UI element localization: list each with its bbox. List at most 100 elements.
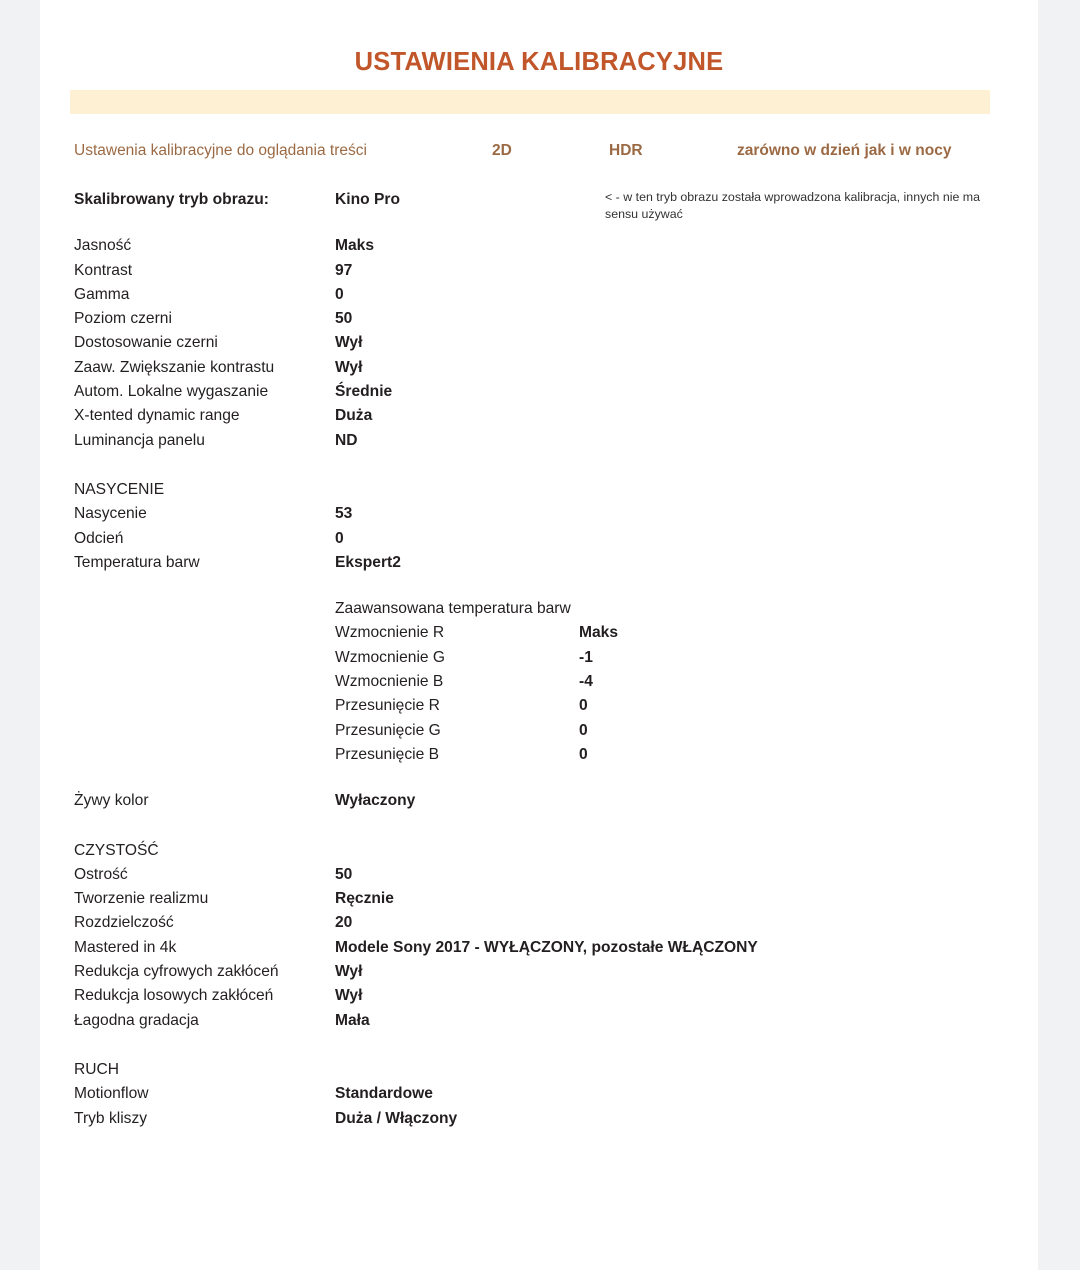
picture-mode-note: < - w ten tryb obrazu została wprowadzon…	[605, 190, 981, 221]
section-heading-ruch: RUCH	[74, 1058, 1022, 1082]
setting-label: Luminancja panelu	[74, 431, 205, 449]
section-heading-label: NASYCENIE	[74, 480, 165, 498]
setting-value: 0	[579, 721, 588, 739]
setting-row-wzmocnienie-b: Wzmocnienie B -4	[74, 670, 1022, 694]
setting-label: Przesunięcie G	[335, 721, 441, 739]
setting-row-picture-mode: Skalibrowany tryb obrazu: Kino Pro < - w…	[74, 188, 1022, 221]
setting-value: Duża	[335, 407, 373, 425]
section-heading-label: Zaawansowana temperatura barw	[335, 600, 571, 618]
setting-label: Autom. Lokalne wygaszanie	[74, 383, 269, 401]
setting-row-gamma: Gamma 0	[74, 283, 1022, 307]
setting-value: 0	[335, 529, 344, 547]
setting-row-poziom-czerni: Poziom czerni 50	[74, 307, 1022, 331]
setting-row-lagodna-gradacja: Łagodna gradacja Mała	[74, 1009, 1022, 1033]
setting-label: Motionflow	[74, 1085, 149, 1103]
setting-row-x-tented-dynamic-range: X-tented dynamic range Duża	[74, 404, 1022, 428]
setting-value: Ręcznie	[335, 890, 394, 908]
setting-value: Wył	[335, 963, 363, 981]
title-highlight-band	[70, 90, 990, 114]
setting-value: Mała	[335, 1011, 370, 1029]
setting-label: Łagodna gradacja	[74, 1011, 199, 1029]
setting-value: Maks	[579, 624, 619, 642]
setting-value: Standardowe	[335, 1085, 433, 1103]
setting-row-luminancja-panelu: Luminancja panelu ND	[74, 429, 1022, 453]
setting-row-tryb-kliszy: Tryb kliszy Duża / Włączony	[74, 1107, 1022, 1131]
page-title: USTAWIENIA KALIBRACYJNE	[354, 48, 724, 76]
setting-row-redukcja-losowych-zaklocen: Redukcja losowych zakłóceń Wył	[74, 984, 1022, 1008]
setting-row-wzmocnienie-r: Wzmocnienie R Maks	[74, 621, 1022, 645]
subtitle-conditions: zarówno w dzień jak i w nocy	[737, 142, 952, 159]
setting-value: 53	[335, 505, 353, 523]
section-heading-label: RUCH	[74, 1060, 120, 1078]
setting-value: Średnie	[335, 383, 393, 401]
setting-label: Rozdzielczość	[74, 914, 174, 932]
settings-body: Skalibrowany tryb obrazu: Kino Pro < - w…	[74, 188, 1022, 1131]
setting-row-kontrast: Kontrast 97	[74, 259, 1022, 283]
setting-label: Przesunięcie B	[335, 745, 440, 763]
setting-value: 0	[579, 697, 588, 715]
section-heading-nasycenie: NASYCENIE	[74, 478, 1022, 502]
setting-row-ostrosc: Ostrość 50	[74, 863, 1022, 887]
setting-label: Wzmocnienie G	[335, 648, 446, 666]
setting-row-odcien: Odcień 0	[74, 527, 1022, 551]
setting-row-temperatura-barw: Temperatura barw Ekspert2	[74, 551, 1022, 575]
setting-value: -1	[579, 648, 593, 666]
setting-label: Redukcja cyfrowych zakłóceń	[74, 963, 279, 981]
setting-label: Wzmocnienie B	[335, 673, 444, 691]
setting-label: Gamma	[74, 285, 130, 303]
setting-value: Kino Pro	[335, 191, 400, 208]
setting-label: Ostrość	[74, 865, 128, 883]
document-page: USTAWIENIA KALIBRACYJNE Ustawenia kalibr…	[40, 0, 1038, 1270]
setting-row-autom-lokalne-wygaszanie: Autom. Lokalne wygaszanie Średnie	[74, 380, 1022, 404]
setting-label: Kontrast	[74, 261, 133, 279]
setting-row-zywy-kolor: Żywy kolor Wyłaczony	[74, 789, 1022, 813]
subtitle-lead: Ustawenia kalibracyjne do oglądania treś…	[74, 142, 367, 159]
setting-label: Dostosowanie czerni	[74, 334, 218, 352]
setting-label: Żywy kolor	[74, 792, 149, 810]
setting-row-przesuniecie-b: Przesunięcie B 0	[74, 743, 1022, 767]
setting-value: 0	[335, 285, 344, 303]
setting-label: Tworzenie realizmu	[74, 890, 209, 908]
setting-label: Odcień	[74, 529, 124, 547]
setting-value: Duża / Włączony	[335, 1109, 458, 1127]
setting-row-przesuniecie-r: Przesunięcie R 0	[74, 694, 1022, 718]
setting-value: Wył	[335, 987, 363, 1005]
setting-value: Wył	[335, 358, 363, 376]
subtitle-format-2d: 2D	[492, 142, 512, 159]
setting-label: Skalibrowany tryb obrazu:	[74, 191, 269, 208]
section-heading-zaawansowana-temperatura-barw: Zaawansowana temperatura barw	[74, 597, 1022, 621]
setting-label: X-tented dynamic range	[74, 407, 240, 425]
setting-label: Nasycenie	[74, 505, 147, 523]
setting-label: Przesunięcie R	[335, 697, 440, 715]
setting-label: Wzmocnienie R	[335, 624, 445, 642]
setting-row-rozdzielczosc: Rozdzielczość 20	[74, 911, 1022, 935]
setting-label: Temperatura barw	[74, 553, 200, 571]
subtitle-row: Ustawenia kalibracyjne do oglądania treś…	[74, 142, 1014, 164]
setting-value: ND	[335, 431, 358, 449]
setting-value: 50	[335, 865, 353, 883]
section-heading-czystosc: CZYSTOŚĆ	[74, 839, 1022, 863]
setting-row-nasycenie: Nasycenie 53	[74, 502, 1022, 526]
setting-value: 20	[335, 914, 353, 932]
setting-row-mastered-in-4k: Mastered in 4k Modele Sony 2017 - WYŁĄCZ…	[74, 936, 1022, 960]
setting-label: Zaaw. Zwiększanie kontrastu	[74, 358, 275, 376]
setting-value: Maks	[335, 237, 375, 255]
setting-label: Poziom czerni	[74, 310, 172, 328]
setting-row-motionflow: Motionflow Standardowe	[74, 1082, 1022, 1106]
setting-label: Mastered in 4k	[74, 938, 177, 956]
setting-value: 97	[335, 261, 353, 279]
setting-row-zaaw-zwiekszanie-kontrastu: Zaaw. Zwiększanie kontrastu Wył	[74, 356, 1022, 380]
setting-value: Ekspert2	[335, 553, 401, 571]
setting-row-dostosowanie-czerni: Dostosowanie czerni Wył	[74, 331, 1022, 355]
setting-value: 50	[335, 310, 353, 328]
setting-value: Wyłaczony	[335, 792, 416, 810]
setting-row-tworzenie-realizmu: Tworzenie realizmu Ręcznie	[74, 887, 1022, 911]
setting-label: Jasność	[74, 237, 132, 255]
setting-value: Wył	[335, 334, 363, 352]
section-heading-label: CZYSTOŚĆ	[74, 841, 159, 859]
